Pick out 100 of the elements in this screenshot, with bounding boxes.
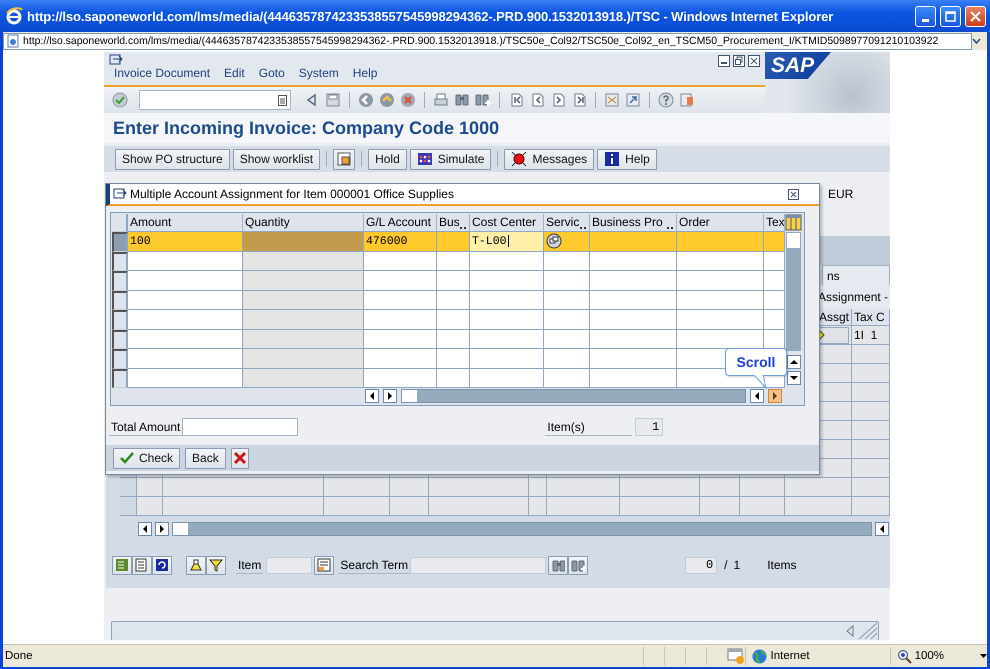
system-menu-icon[interactable] bbox=[109, 54, 123, 66]
table-cell[interactable] bbox=[590, 310, 677, 330]
table-cell[interactable] bbox=[128, 310, 243, 330]
total-amount-field[interactable] bbox=[182, 418, 298, 436]
scrollbar-thumb[interactable] bbox=[173, 523, 188, 535]
address-field[interactable]: http://lso.saponeworld.com/lms/media/(4446357874233538557545998294362-.PRD.900.1532013918.)/TSC50e_Col92/TSC50e_Col92_en_TSCM50_Procurement_I/KTMID5098977091210103922 bbox=[3, 32, 972, 50]
table-cell[interactable] bbox=[590, 271, 677, 290]
table-cell[interactable] bbox=[590, 252, 677, 271]
table-cell[interactable] bbox=[677, 290, 764, 310]
table-cell[interactable] bbox=[364, 271, 437, 290]
find-next-button[interactable] bbox=[568, 556, 588, 574]
filter-button[interactable] bbox=[206, 556, 226, 574]
toolbar-button[interactable]: Show PO structure bbox=[115, 148, 230, 170]
table-cell[interactable]: T-L00 bbox=[470, 232, 544, 252]
table-cell[interactable] bbox=[437, 290, 470, 310]
scroll-right-button[interactable] bbox=[768, 389, 782, 403]
column-header[interactable]: Cost Center bbox=[470, 214, 544, 232]
table-cell[interactable] bbox=[544, 290, 590, 310]
column-header[interactable]: Business Pro bbox=[590, 214, 677, 232]
close-button[interactable] bbox=[788, 188, 799, 200]
table-cell[interactable] bbox=[470, 330, 544, 349]
check-button[interactable]: Check bbox=[113, 448, 180, 468]
menu-item[interactable]: System bbox=[298, 66, 339, 85]
column-settings-icon[interactable] bbox=[785, 214, 802, 231]
table-cell[interactable] bbox=[590, 290, 677, 310]
toolbar-button[interactable]: Show worklist bbox=[232, 148, 320, 170]
table-cell[interactable] bbox=[544, 232, 590, 252]
close-icon[interactable] bbox=[748, 55, 760, 67]
toolbar-button[interactable]: Hold bbox=[368, 148, 407, 170]
table-cell[interactable] bbox=[364, 290, 437, 310]
table-cell[interactable] bbox=[677, 310, 764, 330]
layout-icon[interactable] bbox=[679, 92, 695, 108]
scroll-left-button[interactable] bbox=[875, 522, 889, 536]
row-selector[interactable] bbox=[112, 368, 128, 388]
row-selector[interactable] bbox=[112, 310, 128, 330]
help-icon[interactable] bbox=[658, 92, 674, 108]
find-button[interactable] bbox=[548, 556, 568, 574]
restore-icon[interactable] bbox=[733, 55, 745, 67]
command-field[interactable] bbox=[139, 90, 291, 110]
scroll-left-button[interactable] bbox=[365, 389, 379, 403]
caret-icon[interactable] bbox=[980, 654, 988, 658]
scrollbar-track[interactable] bbox=[172, 522, 872, 536]
table-cell[interactable] bbox=[437, 349, 470, 368]
table-cell[interactable] bbox=[364, 349, 437, 368]
print-icon[interactable] bbox=[433, 92, 449, 108]
window-menu-icon[interactable] bbox=[113, 188, 127, 200]
scroll-up-button[interactable] bbox=[786, 355, 800, 369]
toolbar-button[interactable]: Help bbox=[597, 148, 657, 170]
table-cell[interactable] bbox=[590, 368, 677, 388]
search-field[interactable] bbox=[410, 556, 546, 574]
table-cell[interactable] bbox=[128, 349, 243, 368]
find-next-icon[interactable] bbox=[475, 92, 491, 108]
scroll-right-button[interactable] bbox=[383, 389, 397, 403]
minimize-button[interactable] bbox=[915, 6, 936, 26]
table-cell[interactable] bbox=[128, 252, 243, 271]
tab[interactable]: ns bbox=[822, 265, 890, 285]
scroll-left-button[interactable] bbox=[138, 522, 152, 536]
table-cell[interactable] bbox=[364, 310, 437, 330]
table-cell[interactable] bbox=[364, 368, 437, 388]
shortcut-icon[interactable] bbox=[625, 92, 641, 108]
table-cell[interactable] bbox=[437, 310, 470, 330]
table-cell[interactable] bbox=[364, 330, 437, 349]
scroll-left-button[interactable] bbox=[750, 389, 764, 403]
row-selector[interactable] bbox=[112, 252, 128, 271]
column-header[interactable]: Bus bbox=[437, 214, 470, 232]
row-selector[interactable] bbox=[112, 232, 128, 252]
table-cell[interactable] bbox=[364, 252, 437, 271]
cancel-button[interactable] bbox=[230, 448, 249, 468]
back-button[interactable]: Back bbox=[185, 448, 226, 468]
details-button[interactable] bbox=[112, 556, 132, 574]
menu-item[interactable]: Edit bbox=[224, 66, 245, 85]
table-cell[interactable] bbox=[544, 330, 590, 349]
table-cell[interactable] bbox=[677, 252, 764, 271]
table-cell[interactable] bbox=[437, 330, 470, 349]
table-cell[interactable] bbox=[544, 368, 590, 388]
row-selector[interactable] bbox=[112, 290, 128, 310]
menu-item[interactable]: Help bbox=[352, 66, 378, 85]
table-cell[interactable] bbox=[677, 271, 764, 290]
row-selector[interactable] bbox=[112, 271, 128, 290]
table-cell[interactable] bbox=[764, 271, 785, 290]
up-arrow-icon[interactable] bbox=[379, 92, 395, 108]
row-selector[interactable] bbox=[112, 330, 128, 349]
table-cell[interactable] bbox=[590, 349, 677, 368]
toolbar-button[interactable]: Messages bbox=[504, 148, 594, 170]
find-icon[interactable] bbox=[454, 92, 470, 108]
select-all-button[interactable] bbox=[112, 214, 128, 232]
scrollbar-thumb[interactable] bbox=[402, 390, 417, 402]
table-cell[interactable] bbox=[764, 330, 785, 349]
table-cell[interactable] bbox=[544, 349, 590, 368]
table-cell[interactable] bbox=[544, 271, 590, 290]
value-help-icon[interactable] bbox=[546, 233, 562, 250]
column-header[interactable]: G/L Account bbox=[364, 214, 437, 232]
table-cell[interactable] bbox=[128, 330, 243, 349]
table-cell[interactable] bbox=[470, 252, 544, 271]
column-header[interactable]: Amount bbox=[128, 214, 243, 232]
table-cell[interactable] bbox=[764, 252, 785, 271]
table-cell[interactable] bbox=[764, 290, 785, 310]
left-arrow-icon[interactable] bbox=[358, 92, 374, 108]
table-cell[interactable] bbox=[437, 271, 470, 290]
table-cell[interactable] bbox=[544, 310, 590, 330]
